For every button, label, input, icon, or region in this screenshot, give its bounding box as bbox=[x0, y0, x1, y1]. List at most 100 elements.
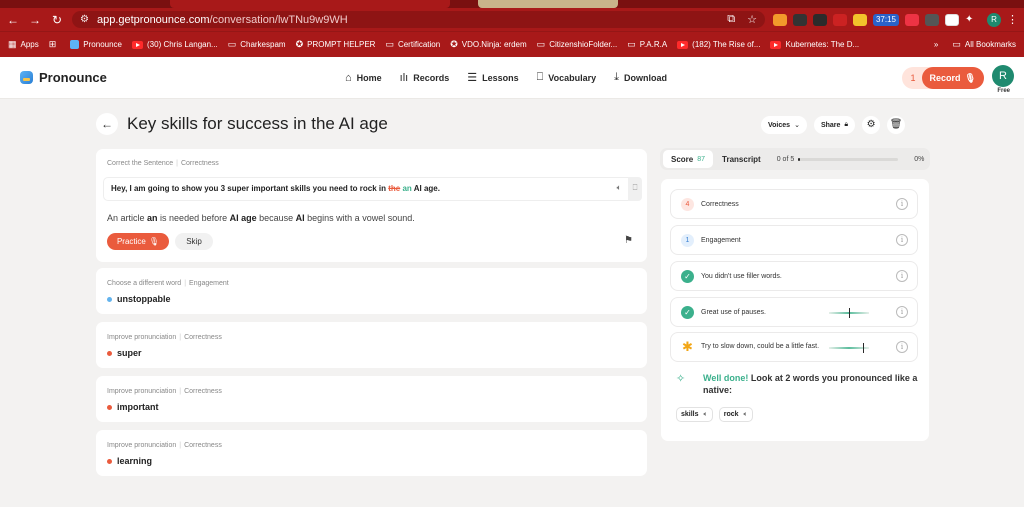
info-icon[interactable]: i bbox=[896, 306, 908, 318]
bookmark-youtube[interactable]: (30) Chris Langan... bbox=[132, 40, 218, 49]
browser-tab-active[interactable] bbox=[478, 0, 618, 8]
correction-explanation: An article an is needed before AI age be… bbox=[107, 213, 415, 223]
bookmark-pronounce[interactable]: Pronounce bbox=[70, 40, 122, 49]
voices-button[interactable]: Voices ⌄ bbox=[761, 116, 807, 134]
apps-grid-icon: ▦ bbox=[8, 39, 17, 49]
extension-icon[interactable] bbox=[945, 13, 959, 26]
page-actions: Voices ⌄ Share 🔒︎ ⚙ 🗑︎ bbox=[761, 116, 906, 134]
plan-label: Free bbox=[997, 88, 1010, 94]
user-avatar[interactable]: R bbox=[992, 65, 1014, 87]
puzzle-icon[interactable]: ✦ bbox=[965, 14, 979, 26]
back-arrow-icon[interactable]: ← bbox=[6, 13, 20, 27]
microphone-icon: 🎙︎ bbox=[964, 72, 976, 83]
info-icon[interactable]: i bbox=[896, 234, 908, 246]
kebab-menu-icon[interactable]: ⋮ bbox=[1007, 13, 1018, 26]
metric-correctness[interactable]: 4 Correctness i bbox=[670, 189, 918, 219]
extension-icon[interactable] bbox=[905, 13, 919, 26]
info-icon[interactable]: i bbox=[896, 270, 908, 282]
extension-icon[interactable] bbox=[925, 13, 939, 26]
cast-icon[interactable]: ⧉ bbox=[727, 13, 735, 26]
grid-icon: ⊞ bbox=[48, 39, 57, 49]
native-word-chip[interactable]: skills 🔈︎ bbox=[676, 407, 713, 422]
bookmark-prompt-helper[interactable]: ✪ PROMPT HELPER bbox=[296, 39, 376, 50]
info-icon[interactable]: i bbox=[896, 341, 908, 353]
suggestion-word: important bbox=[107, 402, 159, 412]
bookmark-icon[interactable]: ⎕ bbox=[628, 177, 642, 201]
progress-fill bbox=[798, 157, 801, 161]
metric-pauses[interactable]: ✓ Great use of pauses. i bbox=[670, 297, 918, 327]
bookmark-kubernetes[interactable]: Kubernetes: The D... bbox=[770, 40, 859, 49]
tab-transcript[interactable]: Transcript bbox=[722, 155, 761, 164]
nav-home[interactable]: ⌂ Home bbox=[345, 71, 382, 84]
app-logo[interactable]: Pronounce bbox=[20, 70, 107, 85]
nav-lessons[interactable]: ☰ Lessons bbox=[467, 71, 518, 84]
nav-download[interactable]: ⤓ Download bbox=[614, 71, 667, 84]
lock-icon: 🔒︎ bbox=[844, 121, 849, 128]
pace-gauge bbox=[829, 343, 869, 353]
forward-arrow-icon[interactable]: → bbox=[28, 13, 42, 27]
suggestion-card[interactable]: Improve pronunciation | Correctness import… bbox=[96, 376, 647, 422]
site-info-icon[interactable]: ⚙ bbox=[80, 14, 89, 25]
chevron-down-icon: ⌄ bbox=[794, 122, 800, 129]
suggestion-card[interactable]: Improve pronunciation | Correctness learni… bbox=[96, 430, 647, 476]
bookmark-apps[interactable]: ▦ Apps bbox=[8, 39, 39, 50]
record-button[interactable]: Record 🎙︎ bbox=[921, 67, 984, 89]
bookmark-youtube[interactable]: (182) The Rise of... bbox=[677, 40, 760, 49]
info-icon[interactable]: i bbox=[896, 198, 908, 210]
folder-icon: ▭ bbox=[227, 39, 237, 49]
settings-button[interactable]: ⚙ bbox=[862, 116, 881, 134]
app-header: Pronounce ⌂ Home ılı Records ☰ Lessons ⎕ Voc… bbox=[0, 57, 1024, 99]
pause-gauge bbox=[829, 308, 869, 318]
browser-tab[interactable] bbox=[170, 0, 450, 8]
extension-icon[interactable] bbox=[852, 13, 867, 26]
delete-button[interactable]: 🗑︎ bbox=[887, 116, 906, 134]
gauge-marker bbox=[863, 343, 864, 353]
all-bookmarks[interactable]: ▭ All Bookmarks bbox=[952, 39, 1016, 50]
bookmark-folder[interactable]: ▭ CitizenshioFolder... bbox=[537, 39, 618, 50]
browser-address-bar: ← → ↻ ⚙ app.getpronounce.com/conversatio… bbox=[0, 8, 1024, 31]
bookmark-vdo-ninja[interactable]: ✪ VDO.Ninja: erdem bbox=[450, 39, 526, 50]
extension-icon[interactable] bbox=[812, 13, 827, 26]
corrected-sentence: Hey, I am going to show you 3 super impo… bbox=[103, 177, 642, 201]
metric-filler-words[interactable]: ✓ You didn't use filler words. i bbox=[670, 261, 918, 291]
metric-engagement[interactable]: 1 Engagement i bbox=[670, 225, 918, 255]
nav-vocabulary[interactable]: ⎕ Vocabulary bbox=[537, 71, 596, 84]
star-bookmark-icon[interactable]: ☆ bbox=[747, 13, 757, 26]
microphone-icon: 🎙︎ bbox=[148, 237, 160, 246]
correctness-count: 4 bbox=[681, 197, 694, 211]
nav-records[interactable]: ılı Records bbox=[400, 71, 450, 84]
removed-word: the bbox=[388, 184, 401, 193]
youtube-icon bbox=[677, 40, 689, 49]
url-bar[interactable]: ⚙ app.getpronounce.com/conversation/lwTN… bbox=[72, 11, 765, 28]
extensions-area: 37:15 ✦ bbox=[772, 13, 979, 26]
bookmark-grid[interactable]: ⊞ bbox=[49, 39, 61, 50]
bookmark-folder[interactable]: ▭ P.A.R.A bbox=[627, 39, 667, 50]
chevron-double-right-icon[interactable]: » bbox=[934, 40, 938, 49]
gear-icon: ⚙ bbox=[866, 119, 876, 130]
suggestion-card[interactable]: Choose a different word | Engagement unsto… bbox=[96, 268, 647, 314]
back-button[interactable]: ← bbox=[96, 113, 118, 135]
extension-timer-badge[interactable]: 37:15 bbox=[872, 13, 899, 26]
browser-profile-avatar[interactable]: R bbox=[987, 12, 1001, 27]
bookmark-folder[interactable]: ▭ Certification bbox=[385, 39, 440, 50]
youtube-icon bbox=[132, 40, 143, 49]
share-button[interactable]: Share 🔒︎ bbox=[813, 116, 856, 134]
bookmark-folder[interactable]: ▭ Charkespam bbox=[228, 39, 286, 50]
metric-pace[interactable]: ✱ Try to slow down, could be a little fa… bbox=[670, 332, 918, 362]
card-breadcrumb: Improve pronunciation | Correctness bbox=[107, 334, 222, 341]
flag-icon[interactable]: ⚑ bbox=[624, 235, 633, 246]
checkmark-icon: ✓ bbox=[681, 305, 694, 319]
reload-icon[interactable]: ↻ bbox=[50, 13, 64, 27]
suggestion-card[interactable]: Improve pronunciation | Correctness super bbox=[96, 322, 647, 368]
tab-score[interactable]: Score 87 bbox=[663, 150, 714, 168]
divider: | bbox=[176, 160, 178, 167]
native-word-chip[interactable]: rock 🔈︎ bbox=[718, 407, 753, 422]
trash-icon: 🗑︎ bbox=[889, 119, 903, 130]
extension-icon[interactable] bbox=[772, 13, 787, 26]
score-panel: 4 Correctness i 1 Engagement i ✓ You did… bbox=[661, 179, 929, 441]
practice-button[interactable]: Practice 🎙︎ bbox=[107, 233, 169, 250]
speaker-icon[interactable]: 🔈︎ bbox=[610, 177, 628, 201]
skip-button[interactable]: Skip bbox=[175, 233, 213, 250]
extension-icon[interactable] bbox=[832, 13, 847, 26]
extension-icon[interactable] bbox=[792, 13, 807, 26]
